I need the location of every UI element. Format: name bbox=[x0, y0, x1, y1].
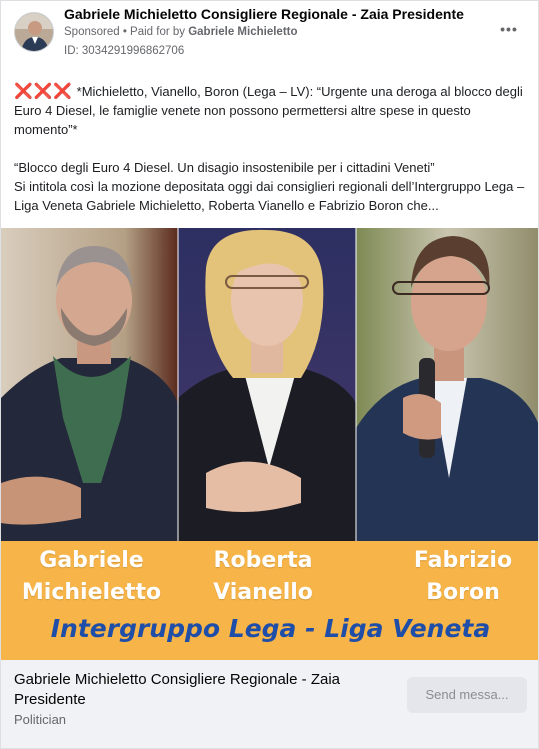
sponsored-line: Sponsored • Paid for by Gabriele Michiel… bbox=[64, 26, 298, 38]
ad-creative-image[interactable]: Gabriele Michieletto Roberta Vianello Fa… bbox=[1, 228, 538, 660]
post-paragraph-2: “Blocco degli Euro 4 Diesel. Un disagio … bbox=[14, 160, 435, 175]
payer-name[interactable]: Gabriele Michieletto bbox=[188, 26, 297, 38]
names-banner: Gabriele Michieletto Roberta Vianello Fa… bbox=[1, 541, 538, 660]
paid-for-prefix: • Paid for by bbox=[119, 26, 189, 38]
send-message-button[interactable]: Send messa... bbox=[407, 677, 527, 713]
candidate-3-last: Boron bbox=[426, 580, 500, 605]
cross-mark-icon: ❌❌❌ bbox=[14, 83, 74, 100]
footer-page-title[interactable]: Gabriele Michieletto Consigliere Regiona… bbox=[14, 670, 374, 710]
ad-card: Gabriele Michieletto Consigliere Regiona… bbox=[0, 0, 539, 749]
post-paragraph-3[interactable]: Si intitola così la mozione depositata o… bbox=[14, 177, 526, 215]
candidate-name-2: Roberta Vianello bbox=[188, 545, 338, 609]
candidate-1-first: Gabriele bbox=[39, 548, 144, 573]
ad-footer: Gabriele Michieletto Consigliere Regiona… bbox=[1, 660, 538, 748]
post-paragraph-1: ❌❌❌ *Michieletto, Vianello, Boron (Lega … bbox=[14, 82, 526, 139]
avatar-image bbox=[15, 13, 53, 51]
candidate-name-1: Gabriele Michieletto bbox=[9, 545, 174, 609]
candidate-2-first: Roberta bbox=[213, 548, 313, 573]
candidate-name-3: Fabrizio Boron bbox=[393, 545, 533, 609]
page-avatar[interactable] bbox=[14, 12, 54, 52]
post-text: ❌❌❌ *Michieletto, Vianello, Boron (Lega … bbox=[14, 82, 526, 215]
candidate-3-first: Fabrizio bbox=[413, 548, 513, 573]
library-id: ID: 3034291996862706 bbox=[64, 45, 185, 57]
post-header: Gabriele Michieletto Consigliere Regiona… bbox=[1, 1, 538, 67]
sponsored-label: Sponsored bbox=[64, 26, 120, 38]
candidate-photos bbox=[1, 228, 538, 541]
footer-category: Politician bbox=[14, 712, 67, 727]
intergruppo-tagline: Intergruppo Lega - Liga Veneta bbox=[50, 614, 491, 643]
page-name-link[interactable]: Gabriele Michieletto Consigliere Regiona… bbox=[64, 6, 464, 22]
candidate-2-last: Vianello bbox=[213, 580, 313, 605]
post-line-1: *Michieletto, Vianello, Boron (Lega – LV… bbox=[14, 84, 523, 137]
candidate-1-last: Michieletto bbox=[21, 580, 162, 605]
more-horizontal-icon[interactable]: ••• bbox=[499, 19, 519, 39]
